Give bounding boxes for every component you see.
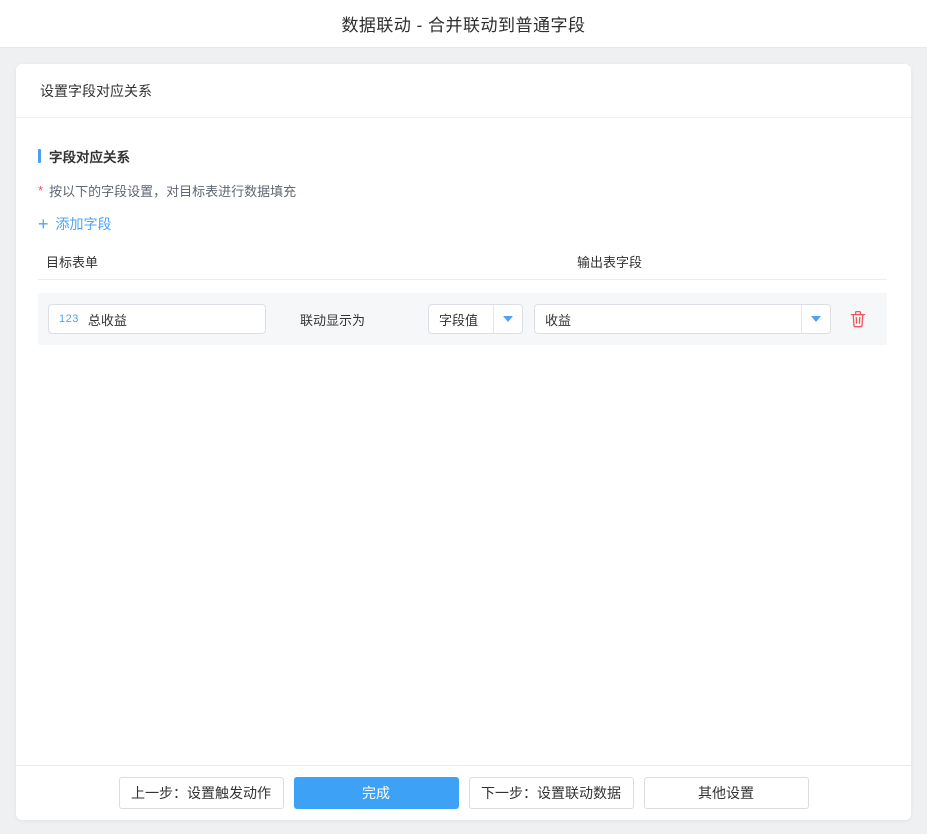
- trash-icon: [850, 310, 866, 328]
- panel-title: 设置字段对应关系: [40, 81, 152, 101]
- chevron-down-icon: [503, 316, 513, 322]
- prev-step-button[interactable]: 上一步：设置触发动作: [119, 777, 284, 809]
- instruction-text: * 按以下的字段设置，对目标表进行数据填充: [38, 181, 887, 200]
- field-mapping-row: 123 总收益 联动显示为 字段值 收益: [38, 293, 887, 345]
- next-step-button[interactable]: 下一步：设置联动数据: [469, 777, 634, 809]
- section-accent-bar: [38, 149, 41, 163]
- output-field-value: 收益: [535, 305, 801, 333]
- panel-header: 设置字段对应关系: [16, 64, 911, 118]
- display-mode-caret-area[interactable]: [493, 305, 522, 333]
- dialog-header: 数据联动 - 合并联动到普通字段: [0, 0, 927, 48]
- output-field-caret-area[interactable]: [801, 305, 830, 333]
- target-field-name: 总收益: [88, 310, 127, 329]
- delete-row-button[interactable]: [848, 309, 868, 329]
- output-field-dropdown[interactable]: 收益: [534, 304, 831, 334]
- link-display-label: 联动显示为: [300, 310, 365, 329]
- add-field-button[interactable]: + 添加字段: [38, 214, 112, 234]
- number-field-type-icon: 123: [59, 313, 79, 325]
- settings-panel: 设置字段对应关系 字段对应关系 * 按以下的字段设置，对目标表进行数据填充 + …: [16, 64, 911, 820]
- footer-button-bar: 上一步：设置触发动作 完成 下一步：设置联动数据 其他设置: [16, 765, 911, 820]
- panel-body: 字段对应关系 * 按以下的字段设置，对目标表进行数据填充 + 添加字段 目标表单…: [16, 118, 911, 765]
- column-output-field: 输出表字段: [577, 252, 642, 271]
- section-title: 字段对应关系: [38, 146, 887, 166]
- column-target-form: 目标表单: [46, 252, 98, 271]
- target-field-input[interactable]: 123 总收益: [48, 304, 266, 334]
- required-asterisk: *: [38, 183, 43, 198]
- add-field-label: 添加字段: [56, 214, 112, 234]
- page-title: 数据联动 - 合并联动到普通字段: [341, 11, 585, 36]
- section-title-label: 字段对应关系: [49, 146, 130, 166]
- plus-icon: +: [38, 217, 49, 231]
- chevron-down-icon: [811, 316, 821, 322]
- display-mode-dropdown[interactable]: 字段值: [428, 304, 523, 334]
- mapping-table-header: 目标表单 输出表字段: [38, 251, 887, 280]
- instruction-label: 按以下的字段设置，对目标表进行数据填充: [49, 181, 296, 200]
- finish-button[interactable]: 完成: [294, 777, 459, 809]
- other-settings-button[interactable]: 其他设置: [644, 777, 809, 809]
- display-mode-value: 字段值: [429, 305, 493, 333]
